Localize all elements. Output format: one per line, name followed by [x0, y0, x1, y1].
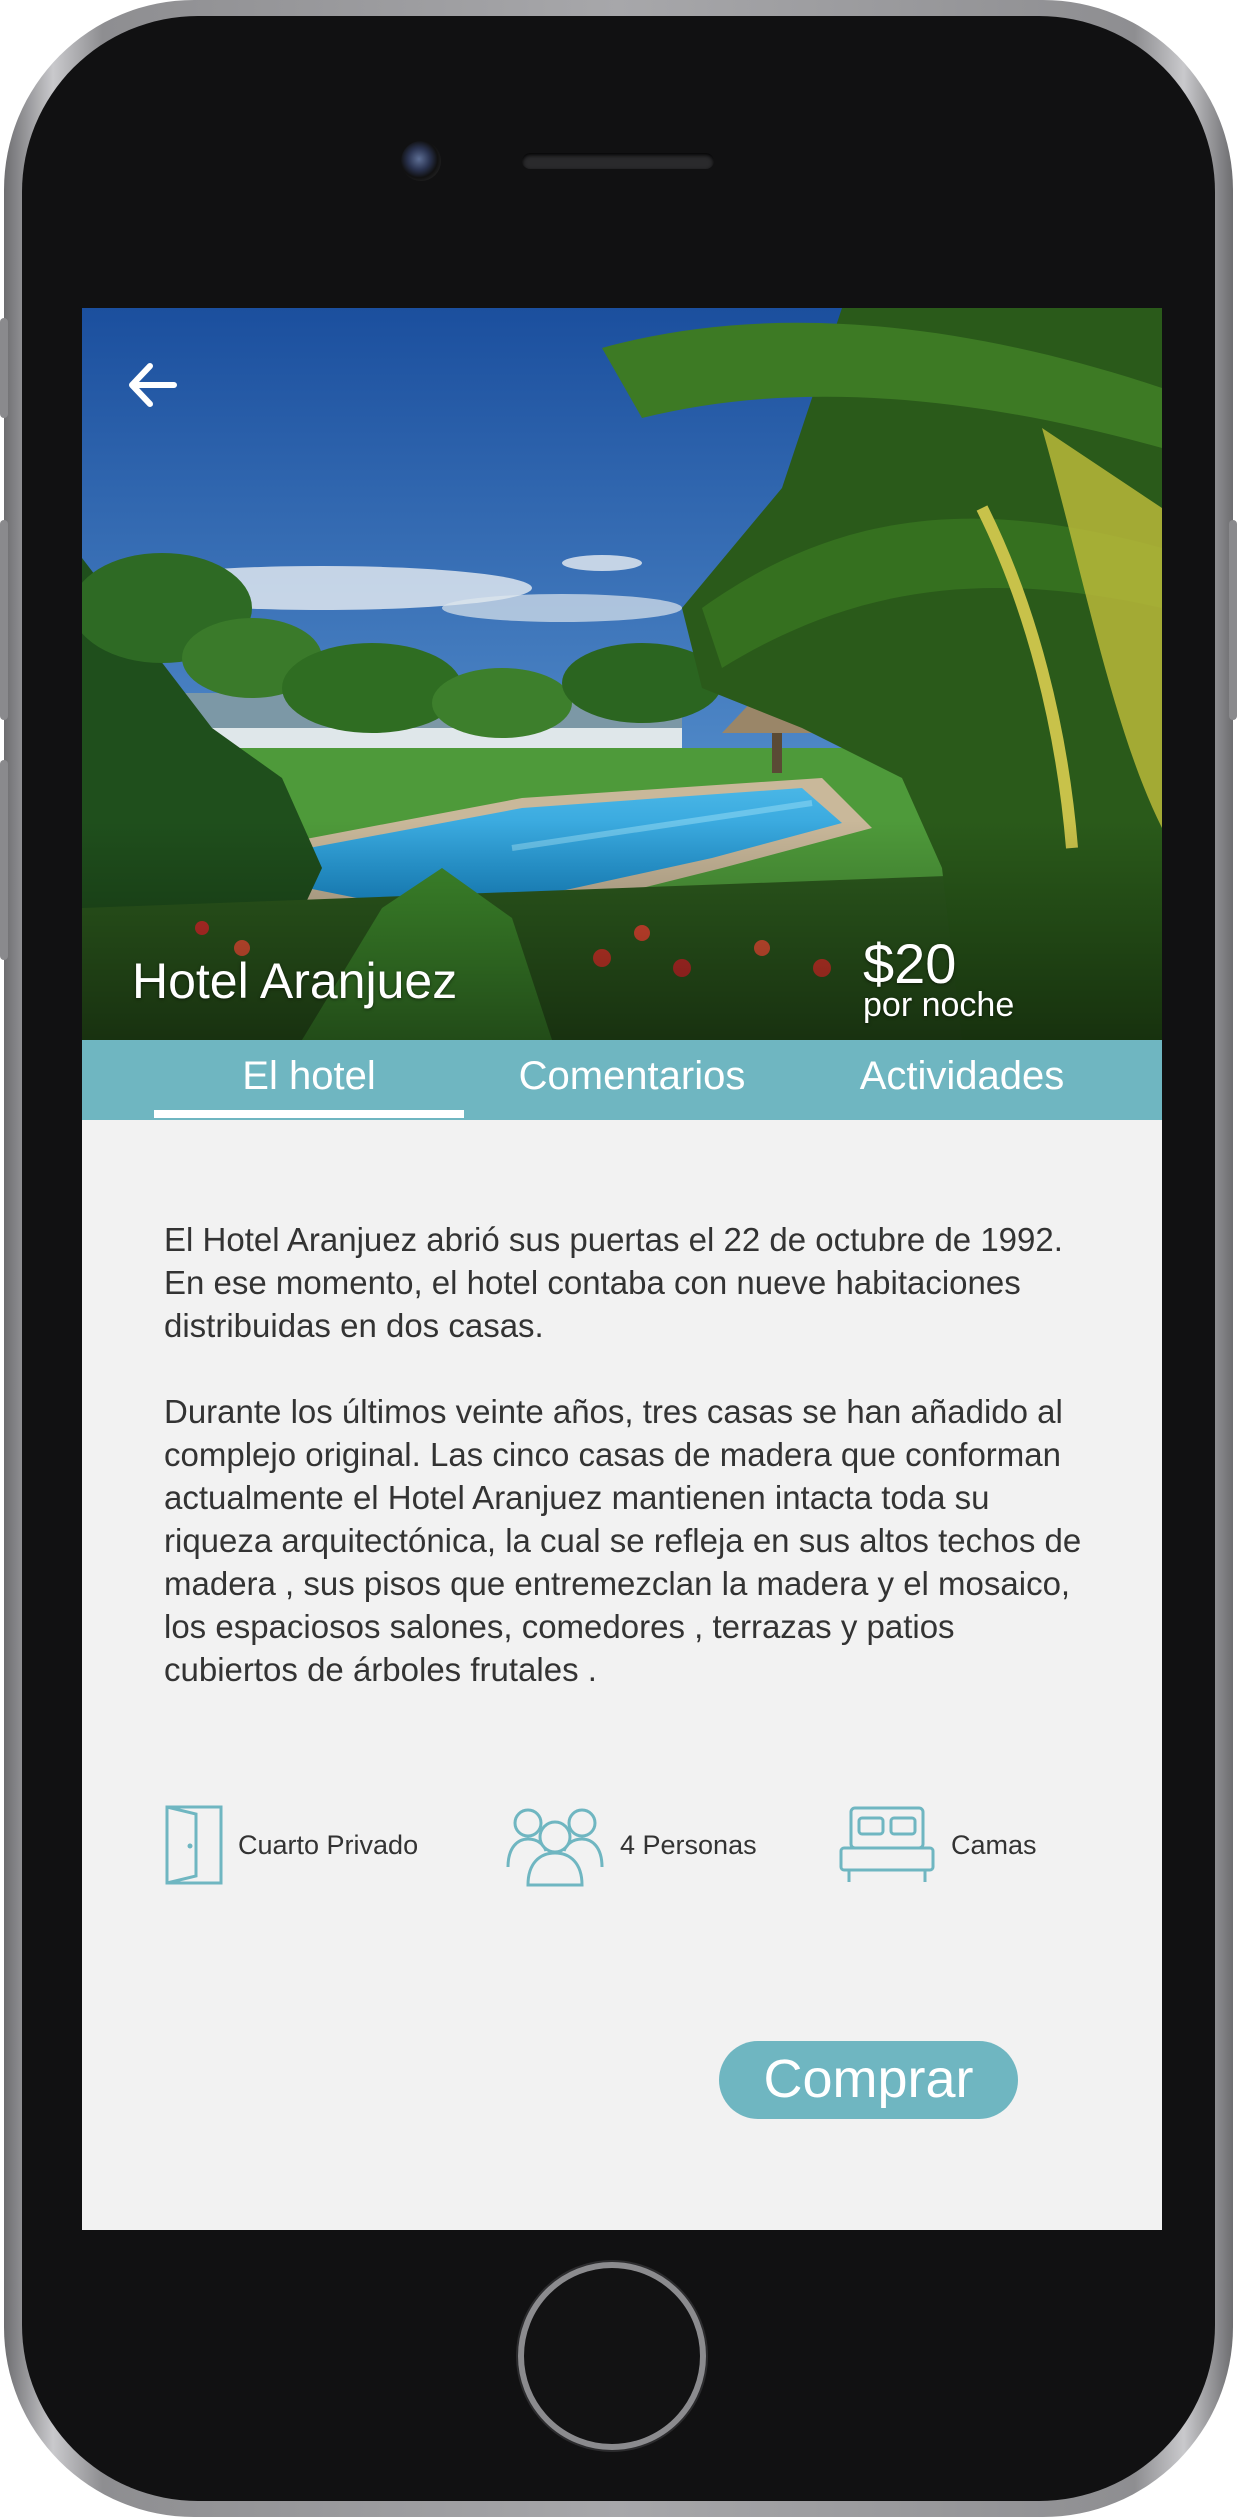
tab-actividades[interactable]: Actividades — [812, 1040, 1112, 1120]
price-unit: por noche — [863, 986, 1015, 1024]
comprar-button[interactable]: Comprar — [719, 2041, 1018, 2119]
price-value: $20 — [863, 932, 957, 995]
bed-icon — [839, 1806, 935, 1882]
tab-bar: El hotel Comentarios Actividades — [82, 1040, 1162, 1120]
tab-comentarios[interactable]: Comentarios — [482, 1040, 782, 1120]
hotel-description: El Hotel Aranjuez abrió sus puertas el 2… — [164, 1218, 1084, 1734]
hotel-hero-image: Hotel Aranjuez $20 por noche — [82, 308, 1162, 1040]
active-tab-indicator — [154, 1110, 464, 1118]
feature-label-private-room: Cuarto Privado — [238, 1829, 419, 1860]
feature-label-beds: Camas — [951, 1829, 1037, 1860]
hotel-name: Hotel Aranjuez — [132, 953, 458, 1009]
earpiece-speaker — [522, 153, 714, 169]
door-icon — [165, 1805, 223, 1885]
feature-beds: Camas — [837, 1800, 1037, 1890]
volume-down-button — [0, 760, 8, 960]
silent-switch — [0, 318, 8, 418]
home-button[interactable] — [518, 2262, 706, 2450]
tab-el-hotel[interactable]: El hotel — [154, 1040, 464, 1120]
power-button — [1229, 520, 1237, 720]
back-button[interactable] — [120, 350, 190, 420]
feature-people: 4 Personas — [504, 1800, 757, 1890]
front-camera — [401, 141, 441, 181]
description-paragraph-2: Durante los últimos veinte años, tres ca… — [164, 1393, 1082, 1688]
tropical-pool-illustration — [82, 308, 1162, 1040]
volume-up-button — [0, 520, 8, 720]
people-icon — [506, 1808, 604, 1887]
feature-private-room: Cuarto Privado — [164, 1800, 418, 1890]
description-paragraph-1: El Hotel Aranjuez abrió sus puertas el 2… — [164, 1221, 1063, 1344]
feature-label-people: 4 Personas — [620, 1829, 757, 1860]
app-screen: Hotel Aranjuez $20 por noche El hotel Co… — [82, 308, 1162, 2230]
arrow-left-icon — [129, 363, 177, 407]
